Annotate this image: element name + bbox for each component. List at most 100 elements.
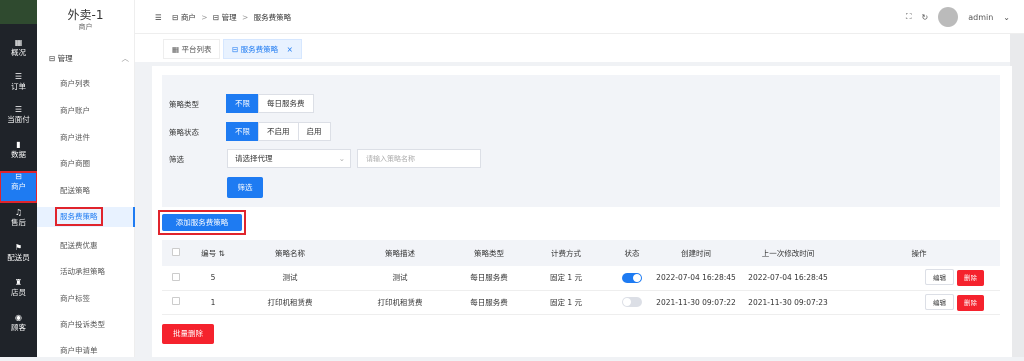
delete-button[interactable]: 删除 bbox=[957, 270, 984, 287]
right-scroll-strip bbox=[1010, 34, 1024, 357]
cell-billing: 固定 1 元 bbox=[522, 290, 610, 315]
submenu-item-delivery-policy[interactable]: 配送策略 bbox=[37, 181, 135, 201]
cell-billing: 固定 1 元 bbox=[522, 266, 610, 291]
rail-item-face-pay[interactable]: ☰ 当面付 bbox=[0, 105, 37, 135]
submenu-item-applications[interactable]: 商户申请单 bbox=[37, 341, 135, 361]
breadcrumb-item[interactable]: 管理 bbox=[222, 13, 237, 22]
submenu-item-business-area[interactable]: 商户商圈 bbox=[37, 154, 135, 174]
status-toggle[interactable] bbox=[622, 297, 642, 307]
cell-modified: 2022-07-04 16:28:45 bbox=[738, 266, 838, 291]
edit-button[interactable]: 编辑 bbox=[925, 269, 954, 286]
col-header-type: 策略类型 bbox=[456, 240, 522, 266]
filter-label-screen: 筛选 bbox=[169, 155, 184, 164]
secondary-menu: 外卖-1 商户 ⊟ 管理 ︿ 商户列表 商户账户 商户进件 商户商圈 配送策略 … bbox=[37, 0, 135, 357]
cell-name: 打印机租赁费 bbox=[236, 290, 344, 315]
cell-id: 5 bbox=[190, 266, 236, 291]
delete-button[interactable]: 删除 bbox=[957, 294, 984, 311]
cell-actions: 编辑 删除 bbox=[838, 266, 1000, 291]
chevron-down-icon: ⌄ bbox=[338, 154, 345, 163]
col-header-name: 策略名称 bbox=[236, 240, 344, 266]
submenu-item-merchant-account[interactable]: 商户账户 bbox=[37, 101, 135, 121]
cell-type: 每日服务费 bbox=[456, 266, 522, 291]
main-nav-rail: ▦ 概况 ☰ 订单 ☰ 当面付 ▮ 数据 ⊟ 商户 ♫ 售后 ⚑ 配送员 ♜ 店… bbox=[0, 0, 38, 357]
type-option-all[interactable]: 不限 bbox=[226, 94, 259, 113]
submenu-item-onboarding[interactable]: 商户进件 bbox=[37, 128, 135, 148]
submenu-item-delivery-discount[interactable]: 配送费优惠 bbox=[37, 236, 135, 256]
table-row: 5 测试 测试 每日服务费 固定 1 元 2022-07-04 16:28:45… bbox=[162, 266, 1000, 291]
status-option-disabled[interactable]: 不启用 bbox=[258, 122, 299, 141]
rail-item-orders[interactable]: ☰ 订单 bbox=[0, 72, 37, 102]
rail-item-merchant[interactable]: ⊟ 商户 bbox=[0, 171, 38, 203]
submenu-item-complaint-types[interactable]: 商户投诉类型 bbox=[37, 315, 135, 335]
type-option-daily[interactable]: 每日服务费 bbox=[258, 94, 314, 113]
cell-desc: 测试 bbox=[344, 266, 456, 291]
submenu-item-merchant-tags[interactable]: 商户标签 bbox=[37, 289, 135, 309]
bulk-delete-button[interactable]: 批量删除 bbox=[162, 324, 214, 344]
sort-icon[interactable]: ⇅ bbox=[219, 249, 225, 258]
submenu-item-activity-policy[interactable]: 活动承担策略 bbox=[37, 262, 135, 282]
status-option-enabled[interactable]: 启用 bbox=[297, 122, 331, 141]
content-card: 策略类型 不限 每日服务费 策略状态 不限 不启用 启用 筛选 请选择代理 ⌄ … bbox=[152, 66, 1012, 357]
user-circle-icon: ◉ bbox=[15, 313, 22, 322]
row-checkbox[interactable] bbox=[162, 290, 190, 315]
page-tabs: ▦ 平台列表 ⊟ 服务费策略 × bbox=[135, 34, 1024, 62]
username[interactable]: admin bbox=[968, 13, 993, 22]
status-segment: 不限 不启用 启用 bbox=[226, 122, 331, 141]
rail-item-customer[interactable]: ◉ 顾客 bbox=[0, 313, 37, 343]
col-header-billing: 计费方式 bbox=[522, 240, 610, 266]
rail-item-overview[interactable]: ▦ 概况 bbox=[0, 38, 37, 68]
status-option-all[interactable]: 不限 bbox=[226, 122, 259, 141]
tab-platform-list[interactable]: ▦ 平台列表 bbox=[163, 39, 221, 59]
table-header-row: 编号 ⇅ 策略名称 策略描述 策略类型 计费方式 状态 创建时间 上一次修改时间… bbox=[162, 240, 1000, 266]
table-row: 1 打印机租赁费 打印机租赁费 每日服务费 固定 1 元 2021-11-30 … bbox=[162, 290, 1000, 315]
menu-group-manage[interactable]: ⊟ 管理 ︿ bbox=[49, 53, 129, 64]
breadcrumb-separator: > bbox=[201, 13, 208, 22]
col-header-status: 状态 bbox=[610, 240, 654, 266]
cell-desc: 打印机租赁费 bbox=[344, 290, 456, 315]
cell-type: 每日服务费 bbox=[456, 290, 522, 315]
cell-modified: 2021-11-30 09:07:23 bbox=[738, 290, 838, 315]
list-icon: ☰ bbox=[14, 72, 23, 81]
list-icon: ☰ bbox=[14, 105, 23, 114]
rail-item-clerk[interactable]: ♜ 店员 bbox=[0, 278, 37, 308]
cell-id: 1 bbox=[190, 290, 236, 315]
breadcrumb-current: 服务费策略 bbox=[253, 13, 292, 22]
store-icon: ⊟ bbox=[212, 13, 220, 22]
filter-button[interactable]: 筛选 bbox=[227, 177, 263, 198]
submenu-item-service-fee-policy[interactable]: 服务费策略 bbox=[37, 207, 135, 227]
col-header-desc: 策略描述 bbox=[344, 240, 456, 266]
refresh-icon[interactable]: ↻ bbox=[922, 13, 929, 22]
chevron-down-icon[interactable]: ⌄ bbox=[1003, 13, 1010, 22]
rail-item-data[interactable]: ▮ 数据 bbox=[0, 140, 37, 170]
rail-item-courier[interactable]: ⚑ 配送员 bbox=[0, 243, 37, 273]
add-service-fee-policy-button[interactable]: 添加服务费策略 bbox=[162, 214, 242, 231]
header-actions: ⛶ ↻ admin ⌄ bbox=[906, 6, 1010, 28]
select-all-checkbox[interactable] bbox=[162, 240, 190, 266]
cell-status bbox=[610, 266, 654, 291]
close-icon[interactable]: × bbox=[287, 45, 293, 54]
courier-icon: ⚑ bbox=[14, 243, 23, 252]
edit-button[interactable]: 编辑 bbox=[925, 293, 954, 310]
breadcrumb-item[interactable]: 商户 bbox=[181, 13, 196, 22]
brand-subtitle: 商户 bbox=[78, 23, 93, 31]
avatar[interactable] bbox=[938, 7, 959, 27]
menu-fold-icon[interactable]: ☰ bbox=[155, 13, 162, 22]
status-toggle[interactable] bbox=[622, 272, 642, 283]
submenu-item-merchant-list[interactable]: 商户列表 bbox=[37, 74, 135, 94]
type-segment: 不限 每日服务费 bbox=[226, 94, 314, 113]
brand-title: 外卖-1 bbox=[67, 8, 104, 22]
store-icon: ⊟ bbox=[232, 45, 241, 54]
breadcrumb-separator: > bbox=[241, 13, 249, 22]
rail-item-aftersale[interactable]: ♫ 售后 bbox=[0, 208, 37, 238]
cell-name: 测试 bbox=[236, 266, 344, 291]
row-checkbox[interactable] bbox=[162, 266, 190, 291]
tab-service-fee-policy[interactable]: ⊟ 服务费策略 × bbox=[223, 39, 302, 59]
col-header-created: 创建时间 bbox=[654, 240, 738, 266]
col-header-id[interactable]: 编号 ⇅ bbox=[190, 240, 236, 266]
fullscreen-icon[interactable]: ⛶ bbox=[906, 12, 912, 22]
headset-icon: ♫ bbox=[14, 208, 23, 217]
agent-select[interactable]: 请选择代理 ⌄ bbox=[227, 149, 351, 168]
filter-panel: 策略类型 不限 每日服务费 策略状态 不限 不启用 启用 筛选 请选择代理 ⌄ … bbox=[162, 75, 1000, 207]
policy-name-input[interactable] bbox=[357, 149, 481, 168]
cell-status bbox=[610, 290, 654, 315]
